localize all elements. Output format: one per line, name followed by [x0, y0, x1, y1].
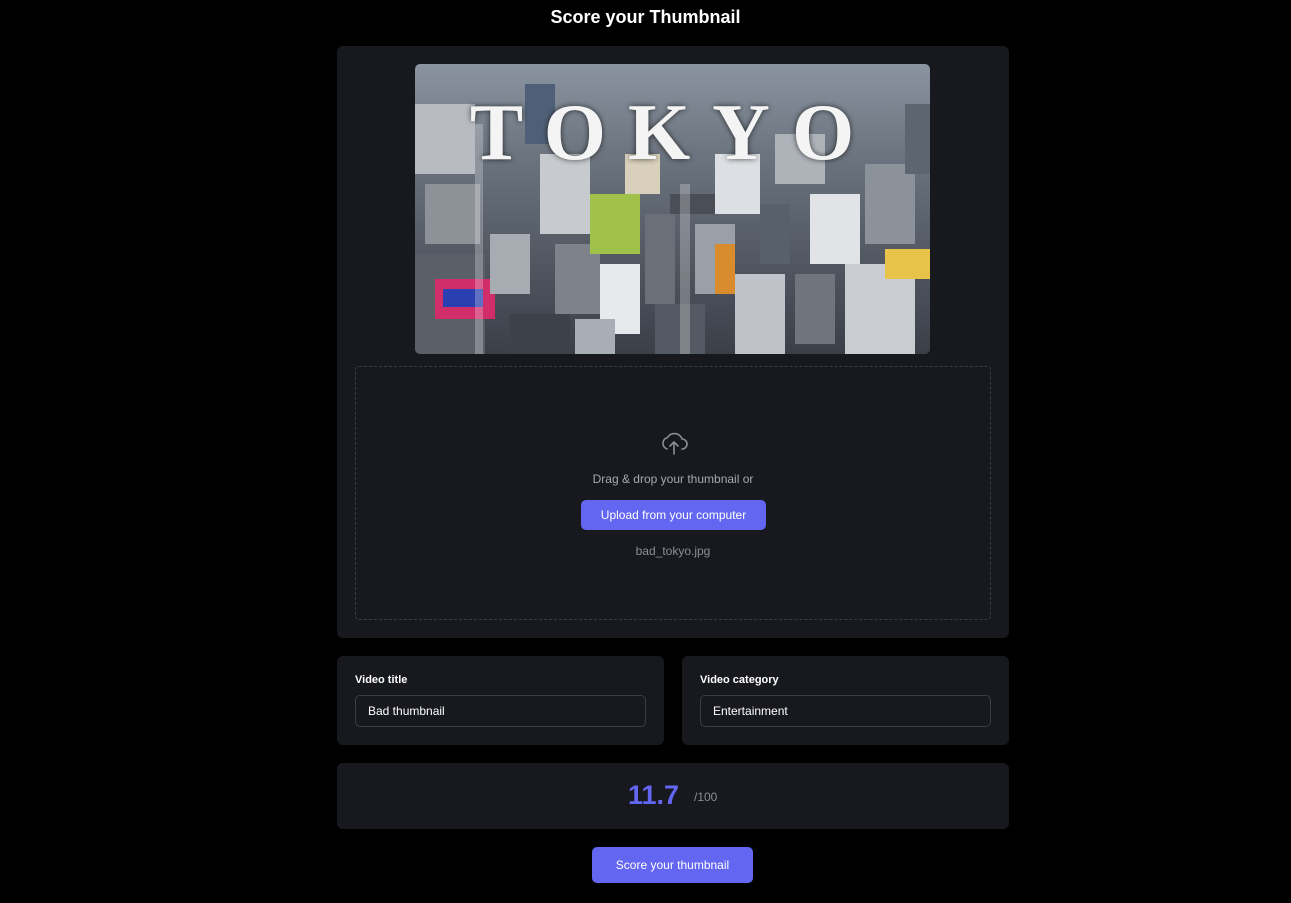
score-value: 11.7: [628, 780, 680, 810]
upload-button[interactable]: Upload from your computer: [581, 500, 766, 530]
cloud-upload-icon: [662, 432, 688, 455]
thumbnail-title-text: TOKYO: [470, 89, 876, 177]
video-category-panel: Video category: [682, 656, 1009, 745]
page-title: Score your Thumbnail: [550, 7, 741, 27]
dropzone[interactable]: Drag & drop your thumbnail or Upload fro…: [355, 366, 991, 620]
score-max: /100: [694, 790, 718, 804]
video-title-panel: Video title: [337, 656, 664, 745]
score-panel: 11.7 /100: [337, 763, 1009, 829]
upload-panel: TOKYO TOKYO Drag & drop your thumbnail o…: [337, 46, 1009, 638]
video-category-label: Video category: [700, 674, 779, 686]
video-category-input[interactable]: [700, 695, 991, 727]
video-title-label: Video title: [355, 674, 408, 686]
video-title-input[interactable]: [355, 695, 646, 727]
thumbnail-preview: TOKYO TOKYO: [415, 64, 930, 354]
thumbnail-image: TOKYO TOKYO: [415, 64, 930, 354]
score-button[interactable]: Score your thumbnail: [592, 847, 753, 883]
file-name: bad_tokyo.jpg: [635, 544, 711, 558]
drop-instructions: Drag & drop your thumbnail or: [592, 472, 754, 486]
